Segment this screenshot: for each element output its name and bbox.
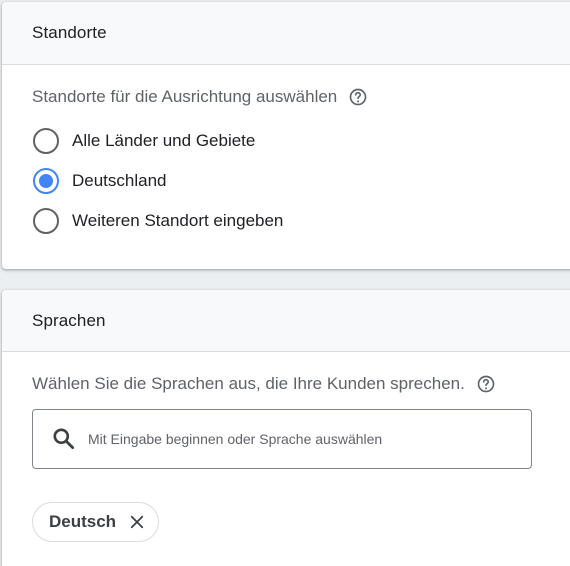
radio-button[interactable] bbox=[33, 128, 59, 154]
language-chip-deutsch: Deutsch bbox=[32, 502, 160, 542]
languages-title: Sprachen bbox=[32, 310, 106, 330]
language-search-input[interactable] bbox=[88, 431, 508, 447]
radio-option-all-countries[interactable]: Alle Länder und Gebiete bbox=[33, 121, 570, 161]
radio-button[interactable] bbox=[33, 208, 59, 234]
search-icon bbox=[51, 426, 77, 452]
help-circle-icon[interactable] bbox=[476, 374, 496, 394]
locations-header: Standorte bbox=[2, 2, 570, 65]
languages-question-text: Wählen Sie die Sprachen aus, die Ihre Ku… bbox=[32, 374, 465, 393]
languages-header: Sprachen bbox=[2, 290, 570, 352]
locations-title: Standorte bbox=[32, 23, 107, 42]
chip-label: Deutsch bbox=[49, 512, 117, 531]
locations-question-text: Standorte für die Ausrichtung auswählen bbox=[32, 87, 338, 106]
help-circle-icon[interactable] bbox=[348, 87, 368, 107]
radio-button-selected[interactable] bbox=[33, 168, 59, 194]
radio-label: Deutschland bbox=[72, 171, 167, 190]
languages-question: Wählen Sie die Sprachen aus, die Ihre Ku… bbox=[2, 374, 570, 394]
locations-card: Standorte Standorte für die Ausrichtung … bbox=[2, 2, 570, 269]
radio-label: Alle Länder und Gebiete bbox=[72, 131, 256, 150]
location-radio-group: Alle Länder und Gebiete Deutschland Weit… bbox=[2, 121, 570, 241]
language-search-box[interactable] bbox=[32, 409, 532, 469]
radio-option-other-location[interactable]: Weiteren Standort eingeben bbox=[33, 201, 570, 241]
locations-question: Standorte für die Ausrichtung auswählen bbox=[2, 87, 570, 107]
radio-label: Weiteren Standort eingeben bbox=[72, 211, 284, 230]
radio-option-germany[interactable]: Deutschland bbox=[33, 161, 570, 201]
close-icon[interactable] bbox=[128, 513, 146, 531]
languages-card: Sprachen Wählen Sie die Sprachen aus, di… bbox=[2, 290, 570, 566]
